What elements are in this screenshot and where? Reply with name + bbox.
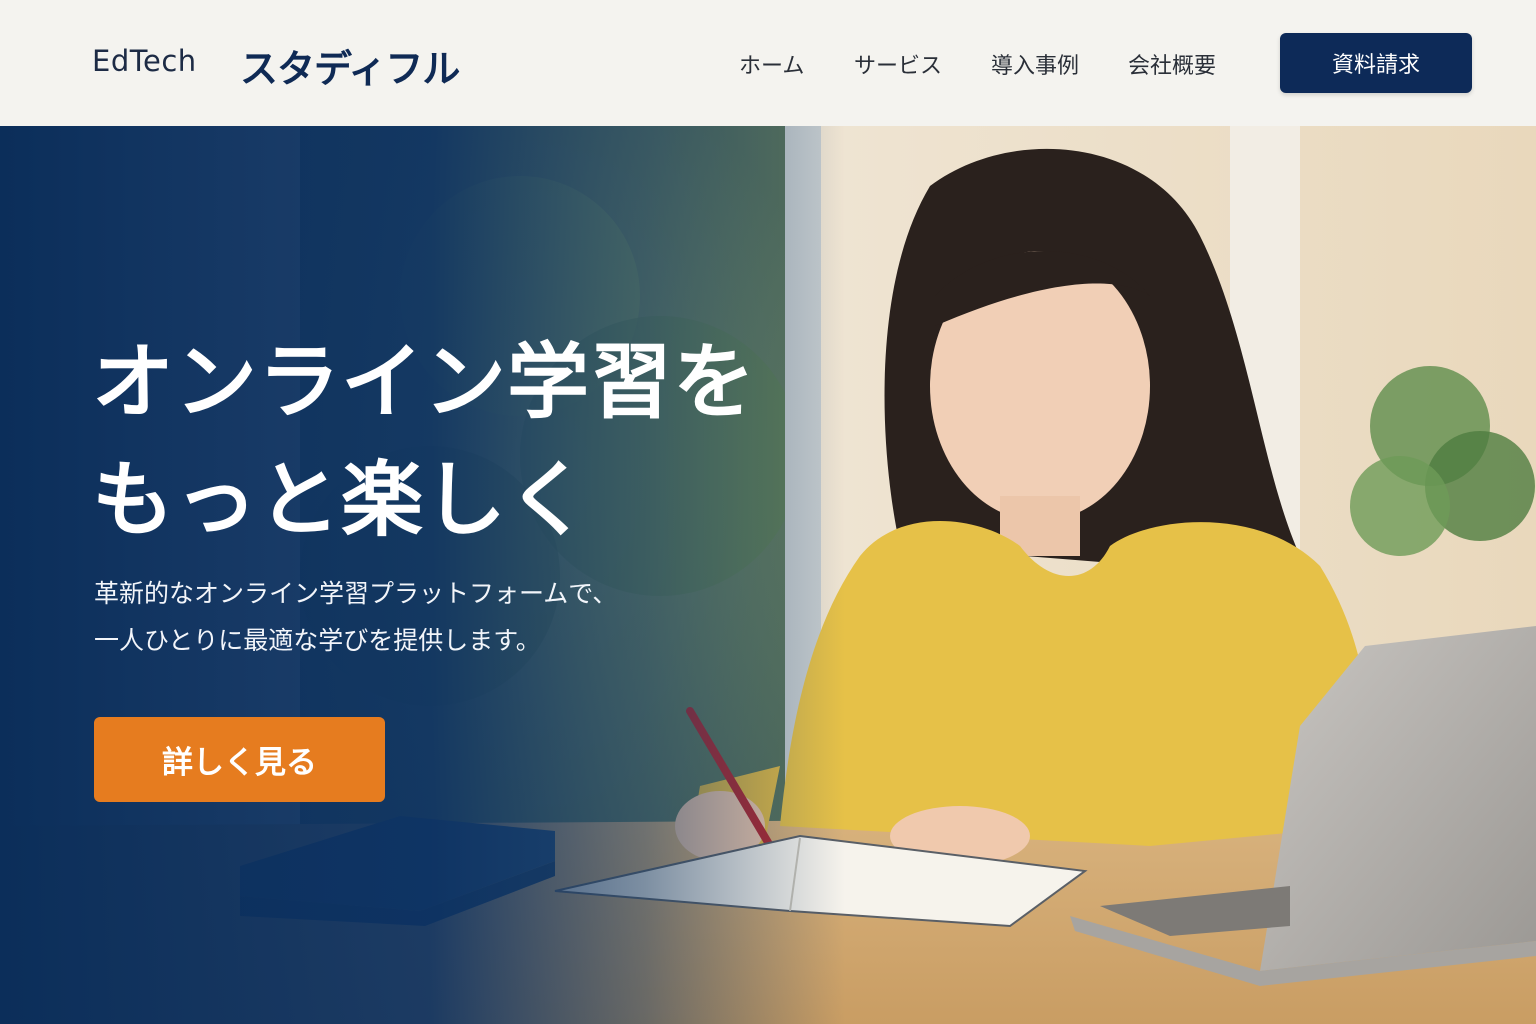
hero-headline: オンライン学習を もっと楽しく — [92, 324, 756, 560]
hero-section: オンライン学習を もっと楽しく 革新的なオンライン学習プラットフォームで、 一人… — [0, 126, 1536, 1024]
hero-headline-line1: オンライン学習を — [92, 335, 757, 430]
nav-link-home[interactable]: ホーム — [739, 48, 804, 80]
site-header: EdTech スタディフル ホーム サービス 導入事例 会社概要 資料請求 — [0, 0, 1536, 126]
brand-logo-ja[interactable]: スタディフル — [240, 38, 460, 93]
nav-link-services[interactable]: サービス — [854, 48, 942, 80]
learn-more-button[interactable]: 詳しく見る — [94, 717, 385, 802]
request-materials-button[interactable]: 資料請求 — [1280, 33, 1472, 93]
brand-logo-en[interactable]: EdTech — [92, 44, 197, 78]
hero-headline-line2: もっと楽しく — [92, 453, 591, 548]
nav-link-case-studies[interactable]: 導入事例 — [991, 48, 1079, 80]
hero-subtitle-line1: 革新的なオンライン学習プラットフォームで、 — [94, 579, 618, 608]
hero-subtitle-line2: 一人ひとりに最適な学びを提供します。 — [94, 626, 541, 655]
nav-link-company[interactable]: 会社概要 — [1128, 48, 1216, 80]
hero-subtitle: 革新的なオンライン学習プラットフォームで、 一人ひとりに最適な学びを提供します。 — [94, 570, 617, 664]
